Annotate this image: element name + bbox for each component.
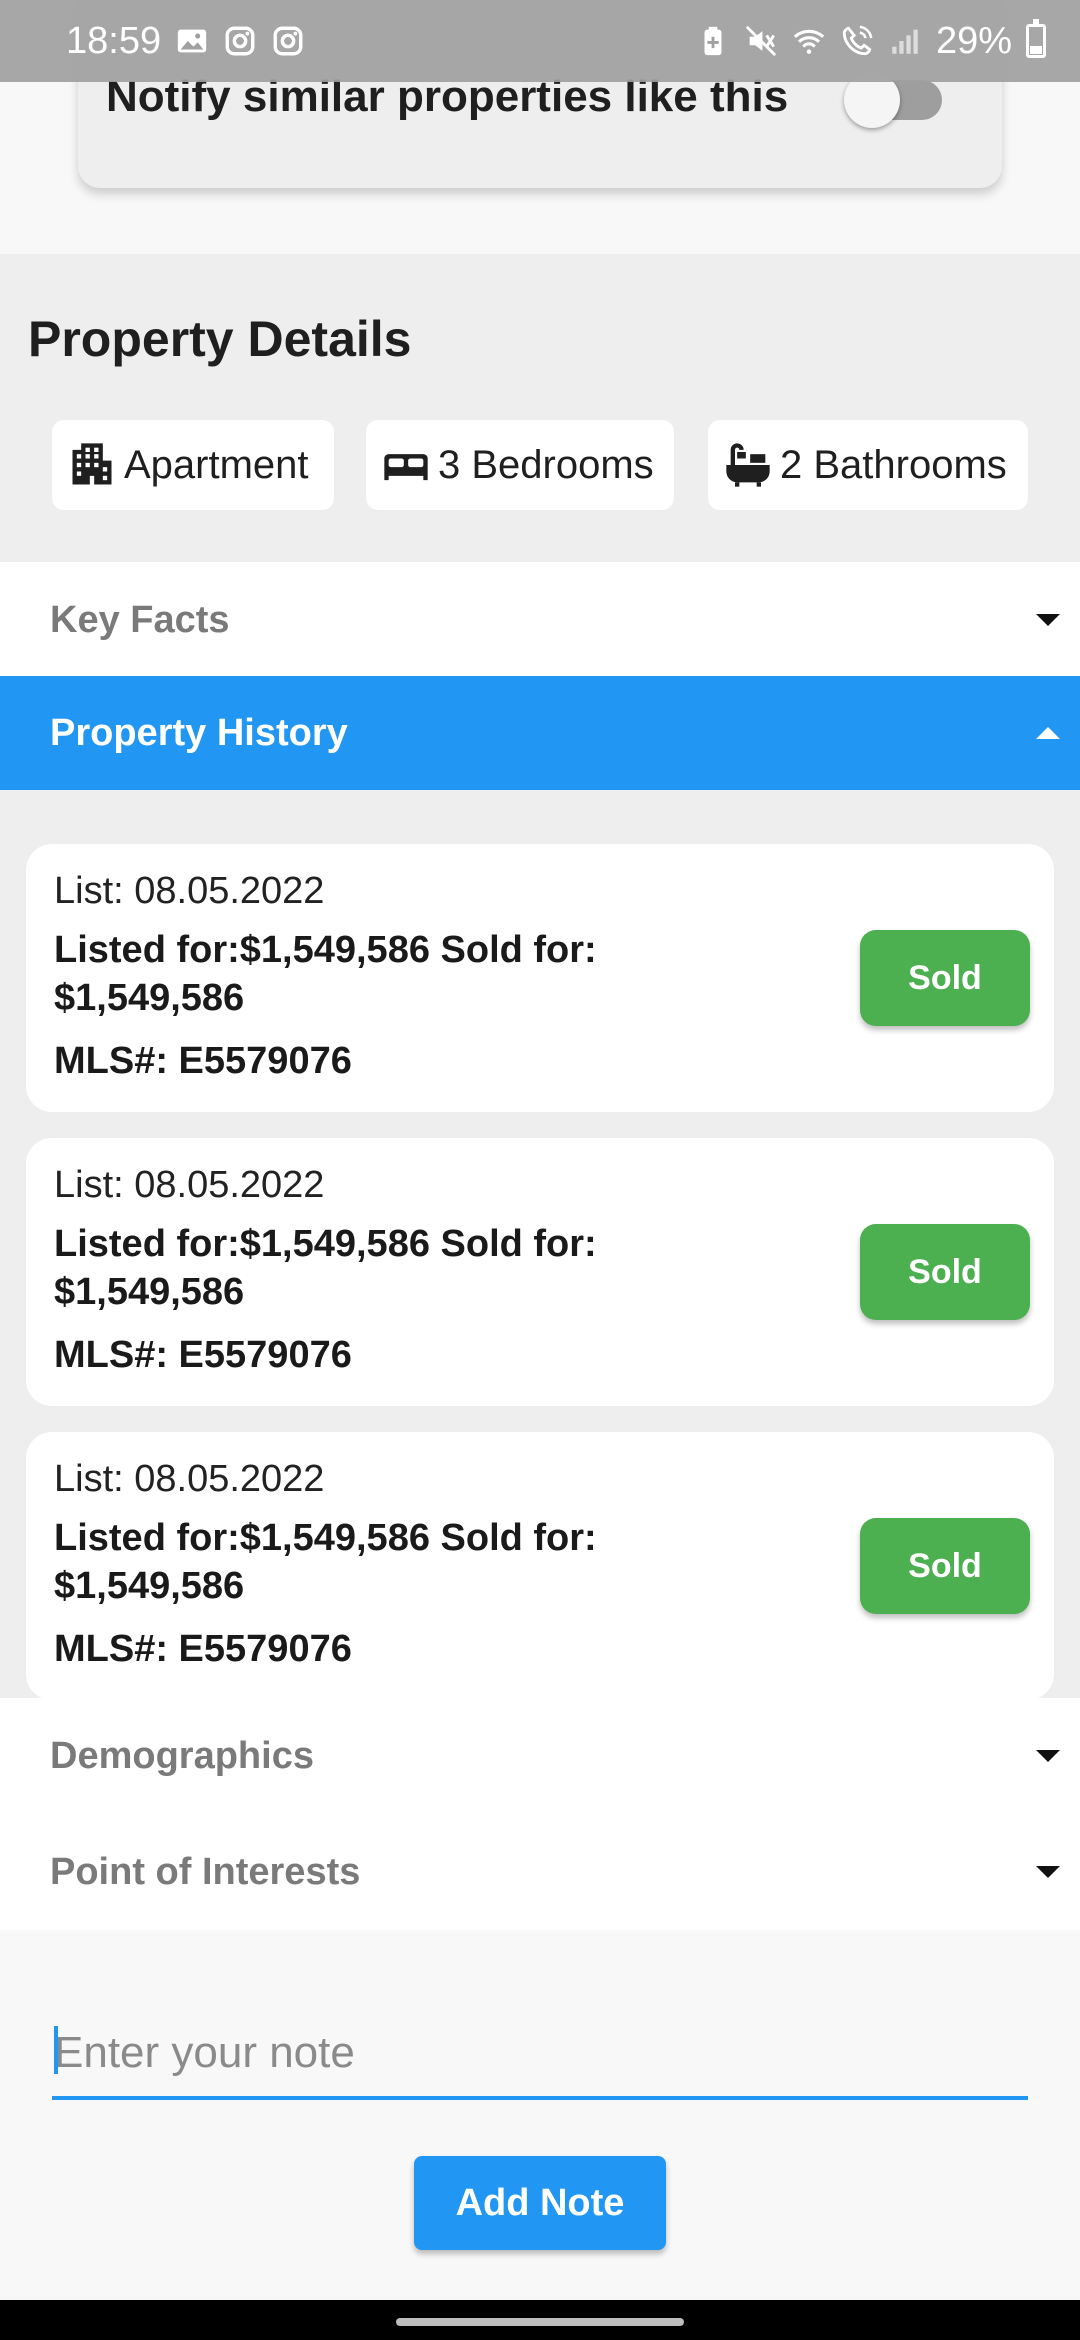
accordion-property-history-label: Property History: [50, 711, 348, 754]
text-cursor: [54, 2026, 58, 2074]
history-card: List: 08.05.2022 Listed for:$1,549,586 S…: [26, 1138, 1054, 1406]
chevron-down-icon: [1036, 1750, 1060, 1762]
sold-button[interactable]: Sold: [860, 1224, 1030, 1320]
mute-icon: [745, 25, 777, 57]
chip-bathrooms: 2 Bathrooms: [708, 420, 1028, 510]
chip-apartment-label: Apartment: [124, 442, 309, 487]
accordion-demographics[interactable]: Demographics: [0, 1698, 1080, 1814]
note-section: Add Note: [0, 1930, 1080, 2300]
navigation-bar: [0, 2300, 1080, 2340]
instagram-icon: [273, 26, 303, 56]
status-left: 18:59: [66, 20, 305, 63]
wifi-icon: [793, 29, 825, 54]
history-prices: Listed for:$1,549,586 Sold for: $1,549,5…: [54, 1517, 597, 1607]
accordion-key-facts[interactable]: Key Facts: [0, 562, 1080, 678]
bed-icon: [384, 454, 428, 481]
property-details-title: Property Details: [28, 311, 412, 367]
chip-apartment: Apartment: [52, 420, 334, 510]
property-history-list: List: 08.05.2022 Listed for:$1,549,586 S…: [0, 790, 1080, 1700]
status-bar: 18:59 29%: [0, 0, 1080, 82]
instagram-icon: [225, 26, 255, 56]
gallery-icon: [177, 29, 207, 53]
history-list-date: List: 08.05.2022: [54, 870, 325, 912]
accordion-property-history[interactable]: Property History: [0, 676, 1080, 790]
status-time: 18:59: [66, 19, 162, 62]
history-prices: Listed for:$1,549,586 Sold for: $1,549,5…: [54, 929, 597, 1019]
history-mls: MLS#: E5579076: [54, 1334, 352, 1376]
history-prices: Listed for:$1,549,586 Sold for: $1,549,5…: [54, 1223, 597, 1313]
bathtub-icon: [726, 443, 770, 487]
home-handle[interactable]: [396, 2318, 684, 2326]
chip-bedrooms-label: 3 Bedrooms: [438, 442, 654, 487]
accordion-demographics-label: Demographics: [50, 1734, 314, 1777]
wifi-calling-icon: [842, 25, 873, 56]
note-input[interactable]: [52, 2010, 1028, 2100]
chip-bathrooms-label: 2 Bathrooms: [780, 442, 1007, 487]
sold-button[interactable]: Sold: [860, 1518, 1030, 1614]
chevron-down-icon: [1036, 1866, 1060, 1878]
history-card: List: 08.05.2022 Listed for:$1,549,586 S…: [26, 1432, 1054, 1700]
battery-percent: 29%: [935, 19, 1012, 62]
sold-button[interactable]: Sold: [860, 930, 1030, 1026]
history-mls: MLS#: E5579076: [54, 1628, 352, 1670]
notify-toggle[interactable]: [844, 72, 942, 128]
history-mls: MLS#: E5579076: [54, 1040, 352, 1082]
accordion-points-of-interest-label: Point of Interests: [50, 1850, 361, 1893]
history-list-date: List: 08.05.2022: [54, 1458, 325, 1500]
accordion-key-facts-label: Key Facts: [50, 598, 230, 641]
battery-saver-icon: [704, 26, 722, 56]
property-details-section: Property Details Apartment 3 Bedrooms 2 …: [0, 254, 1080, 562]
history-list-date: List: 08.05.2022: [54, 1164, 325, 1206]
signal-icon: [892, 29, 918, 54]
chip-bedrooms: 3 Bedrooms: [366, 420, 674, 510]
apartment-icon: [72, 443, 112, 485]
battery-icon: [1026, 19, 1046, 58]
status-right: 29%: [696, 19, 1046, 63]
add-note-button[interactable]: Add Note: [414, 2156, 666, 2250]
history-card: List: 08.05.2022 Listed for:$1,549,586 S…: [26, 844, 1054, 1112]
accordion-points-of-interest[interactable]: Point of Interests: [0, 1814, 1080, 1930]
chevron-down-icon: [1036, 614, 1060, 626]
chevron-up-icon: [1036, 727, 1060, 739]
